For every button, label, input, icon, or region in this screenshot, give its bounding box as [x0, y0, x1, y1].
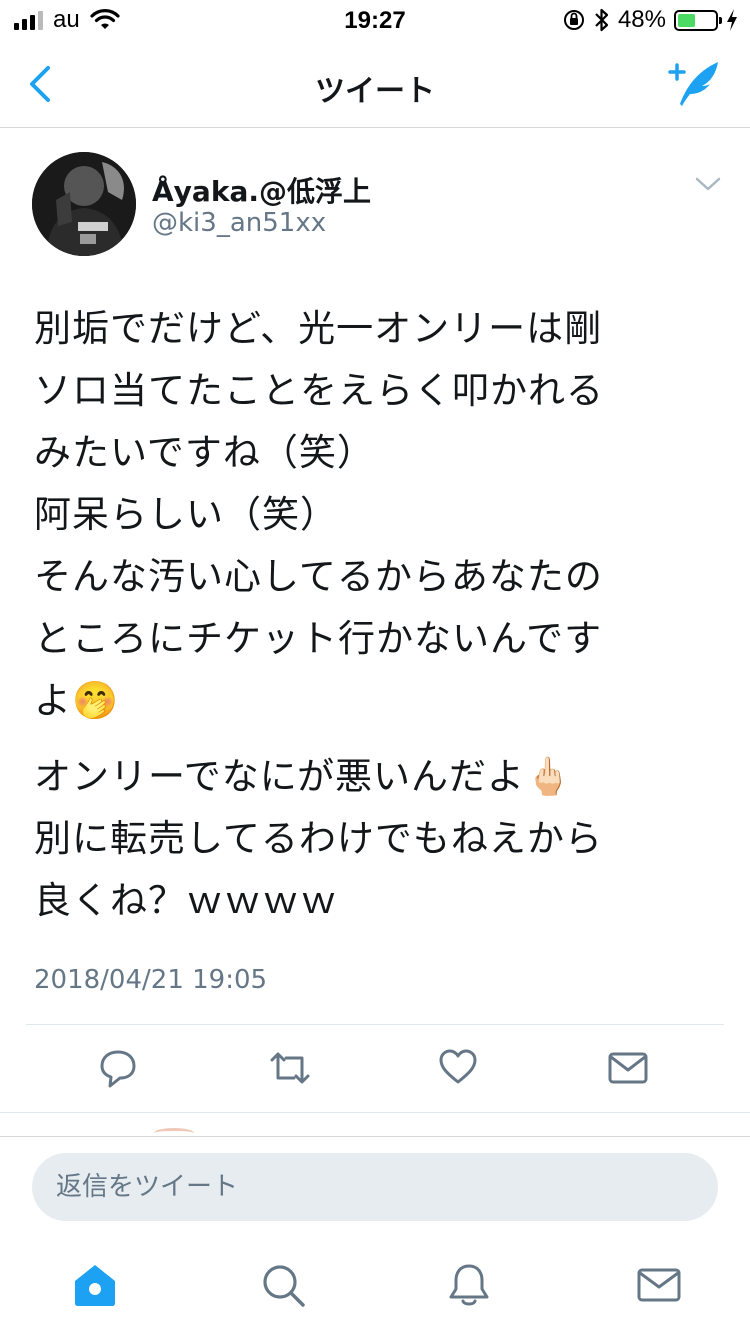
tweet-timestamp: 2018/04/21 19:05 — [34, 965, 268, 995]
battery-icon — [674, 9, 722, 31]
status-bar: au 19:27 48% — [0, 0, 750, 40]
charging-bolt-icon — [727, 9, 737, 31]
tweet-line: 別垢でだけど、光一オンリーは剛 — [34, 307, 603, 350]
divider — [26, 1024, 724, 1025]
tweet-actions — [0, 1046, 750, 1092]
search-icon[interactable] — [260, 1262, 306, 1308]
compose-tweet-icon[interactable] — [666, 58, 724, 108]
divider — [0, 1112, 750, 1113]
tweet-line: オンリーでなにが悪いんだよ🖕🏻 — [34, 755, 573, 798]
navigation-bar: ツイート — [0, 40, 750, 128]
avatar-image — [32, 152, 136, 256]
chevron-down-icon[interactable] — [694, 174, 722, 194]
tweet-line: みたいですね（笑） — [34, 431, 375, 474]
status-right: 48% — [562, 6, 738, 34]
tweet-text: 別垢でだけど、光一オンリーは剛 ソロ当てたことをえらく叩かれる みたいですね（笑… — [34, 298, 714, 932]
retweet-icon[interactable] — [268, 1046, 312, 1090]
battery-percent: 48% — [617, 6, 666, 33]
reply-bar: 返信をツイート — [0, 1136, 750, 1236]
notifications-icon[interactable] — [446, 1262, 492, 1308]
tweet-line: ところにチケット行かないんです — [34, 617, 603, 660]
home-icon[interactable] — [72, 1262, 118, 1308]
messages-icon[interactable] — [636, 1262, 682, 1308]
tab-bar — [0, 1236, 750, 1334]
orientation-lock-icon — [563, 10, 584, 30]
battery-level-fill — [678, 13, 696, 27]
like-icon[interactable] — [438, 1046, 478, 1090]
avatar[interactable] — [32, 152, 136, 256]
tweet-line: 阿呆らしい（笑） — [34, 493, 338, 536]
tweet-line: そんな汚い心してるからあなたの — [34, 555, 603, 598]
user-handle[interactable]: @ki3_an51xx — [152, 208, 326, 238]
reply-input[interactable]: 返信をツイート — [32, 1153, 718, 1221]
tweet-line: 良くね？ｗｗｗｗ — [34, 879, 338, 922]
page-title: ツイート — [315, 74, 435, 109]
tweet-line: よ🤭 — [34, 679, 120, 722]
display-name[interactable]: Åyaka.@低浮上 — [152, 170, 371, 210]
tweet-line: 別に転売してるわけでもねえから — [34, 817, 603, 860]
direct-message-icon[interactable] — [608, 1046, 648, 1090]
bluetooth-icon — [595, 8, 609, 32]
tweet-line: ソロ当てたことをえらく叩かれる — [34, 369, 604, 412]
reply-icon[interactable] — [98, 1046, 138, 1090]
